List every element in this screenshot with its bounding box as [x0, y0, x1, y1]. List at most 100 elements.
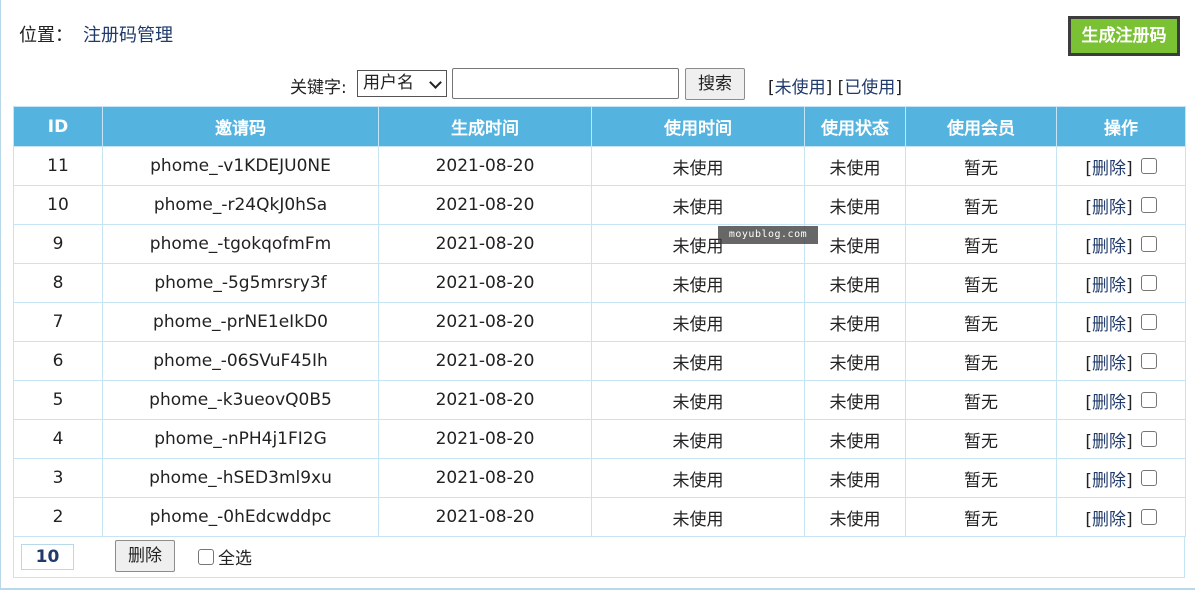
select-all-checkbox[interactable] — [198, 548, 214, 565]
cell-member: 暂无 — [905, 302, 1057, 342]
bulk-delete-button[interactable]: 删除 — [115, 540, 175, 572]
cell-created: 2021-08-20 — [378, 497, 592, 537]
table-row: 2 phome_-0hEdcwddpc 2021-08-20 未使用 未使用 暂… — [13, 497, 1186, 537]
table-row: 5 phome_-k3ueovQ0B5 2021-08-20 未使用 未使用 暂… — [13, 380, 1186, 420]
row-checkbox[interactable] — [1140, 314, 1157, 330]
filter-unused-link[interactable]: 未使用 — [775, 78, 826, 98]
row-checkbox[interactable] — [1140, 197, 1157, 213]
search-button[interactable]: 搜索 — [685, 68, 745, 100]
cell-code: phome_-prNE1eIkD0 — [102, 302, 379, 342]
row-delete-link[interactable]: [删除] — [1085, 427, 1132, 452]
cell-id: 10 — [13, 185, 103, 225]
row-delete-link[interactable]: [删除] — [1085, 349, 1132, 374]
row-checkbox[interactable] — [1140, 275, 1157, 291]
cell-status: 未使用 — [804, 146, 906, 186]
row-checkbox[interactable] — [1140, 236, 1157, 252]
row-checkbox[interactable] — [1140, 158, 1157, 174]
row-delete-label: 删除 — [1092, 275, 1126, 296]
search-input[interactable] — [452, 68, 679, 99]
select-all-label: 全选 — [218, 549, 252, 569]
cell-used-time: 未使用 — [591, 419, 805, 459]
cell-actions: [删除] — [1056, 146, 1186, 186]
cell-member: 暂无 — [905, 458, 1057, 498]
cell-used-time: 未使用 — [591, 458, 805, 498]
cell-created: 2021-08-20 — [378, 224, 592, 264]
header-actions: 操作 — [1056, 106, 1186, 147]
keyword-label: 关键字: — [290, 78, 347, 98]
row-delete-link[interactable]: [删除] — [1085, 310, 1132, 335]
cell-used-time: 未使用 — [591, 380, 805, 420]
table-footer: 10 删除 全选 — [13, 536, 1185, 578]
generate-code-button[interactable]: 生成注册码 — [1068, 16, 1180, 56]
cell-code: phome_-5g5mrsry3f — [102, 263, 379, 303]
search-bar: 关键字: 用户名 搜索 [未使用] [已使用] — [0, 68, 1195, 100]
cell-id: 8 — [13, 263, 103, 303]
search-field-select[interactable]: 用户名 — [357, 70, 447, 97]
cell-created: 2021-08-20 — [378, 185, 592, 225]
row-delete-label: 删除 — [1092, 353, 1126, 374]
header-code: 邀请码 — [102, 106, 379, 147]
cell-member: 暂无 — [905, 497, 1057, 537]
header-id: ID — [13, 106, 103, 147]
row-delete-label: 删除 — [1092, 314, 1126, 335]
row-delete-link[interactable]: [删除] — [1085, 505, 1132, 530]
row-delete-link[interactable]: [删除] — [1085, 271, 1132, 296]
watermark: moyublog.com — [718, 226, 818, 244]
cell-id: 6 — [13, 341, 103, 381]
cell-status: 未使用 — [804, 341, 906, 381]
cell-code: phome_-0hEdcwddpc — [102, 497, 379, 537]
cell-id: 7 — [13, 302, 103, 342]
cell-used-time: 未使用 — [591, 497, 805, 537]
cell-member: 暂无 — [905, 263, 1057, 303]
record-count: 10 — [21, 544, 74, 570]
table-row: 8 phome_-5g5mrsry3f 2021-08-20 未使用 未使用 暂… — [13, 263, 1186, 303]
cell-actions: [删除] — [1056, 224, 1186, 264]
row-delete-link[interactable]: [删除] — [1085, 466, 1132, 491]
row-checkbox[interactable] — [1140, 392, 1157, 408]
cell-code: phome_-v1KDEJU0NE — [102, 146, 379, 186]
row-delete-link[interactable]: [删除] — [1085, 388, 1132, 413]
table-header-row: ID 邀请码 生成时间 使用时间 使用状态 使用会员 操作 — [13, 106, 1186, 147]
cell-status: 未使用 — [804, 458, 906, 498]
header-status: 使用状态 — [804, 106, 906, 147]
cell-id: 9 — [13, 224, 103, 264]
cell-member: 暂无 — [905, 146, 1057, 186]
cell-created: 2021-08-20 — [378, 263, 592, 303]
row-checkbox[interactable] — [1140, 509, 1157, 525]
row-delete-label: 删除 — [1092, 158, 1126, 179]
cell-actions: [删除] — [1056, 458, 1186, 498]
breadcrumb: 位置： 注册码管理 — [19, 24, 173, 48]
cell-actions: [删除] — [1056, 341, 1186, 381]
table-row: 11 phome_-v1KDEJU0NE 2021-08-20 未使用 未使用 … — [13, 146, 1186, 186]
cell-member: 暂无 — [905, 185, 1057, 225]
cell-id: 2 — [13, 497, 103, 537]
row-delete-link[interactable]: [删除] — [1085, 232, 1132, 257]
cell-code: phome_-nPH4j1FI2G — [102, 419, 379, 459]
row-delete-label: 删除 — [1092, 236, 1126, 257]
cell-code: phome_-r24QkJ0hSa — [102, 185, 379, 225]
chevron-down-icon — [429, 76, 442, 89]
cell-id: 11 — [13, 146, 103, 186]
search-field-selected: 用户名 — [363, 73, 414, 93]
cell-actions: [删除] — [1056, 419, 1186, 459]
row-checkbox[interactable] — [1140, 470, 1157, 486]
cell-created: 2021-08-20 — [378, 419, 592, 459]
cell-used-time: 未使用 — [591, 341, 805, 381]
cell-code: phome_-k3ueovQ0B5 — [102, 380, 379, 420]
table-row: 6 phome_-06SVuF45Ih 2021-08-20 未使用 未使用 暂… — [13, 341, 1186, 381]
filter-used-link[interactable]: 已使用 — [844, 78, 895, 98]
row-delete-link[interactable]: [删除] — [1085, 154, 1132, 179]
cell-status: 未使用 — [804, 380, 906, 420]
row-checkbox[interactable] — [1140, 431, 1157, 447]
cell-created: 2021-08-20 — [378, 146, 592, 186]
cell-member: 暂无 — [905, 380, 1057, 420]
select-all-toggle[interactable]: 全选 — [198, 544, 252, 569]
breadcrumb-current[interactable]: 注册码管理 — [83, 25, 173, 46]
cell-code: phome_-tgokqofmFm — [102, 224, 379, 264]
row-delete-link[interactable]: [删除] — [1085, 193, 1132, 218]
header-created: 生成时间 — [378, 106, 592, 147]
table-row: 10 phome_-r24QkJ0hSa 2021-08-20 未使用 未使用 … — [13, 185, 1186, 225]
table-row: 7 phome_-prNE1eIkD0 2021-08-20 未使用 未使用 暂… — [13, 302, 1186, 342]
cell-id: 5 — [13, 380, 103, 420]
row-checkbox[interactable] — [1140, 353, 1157, 369]
